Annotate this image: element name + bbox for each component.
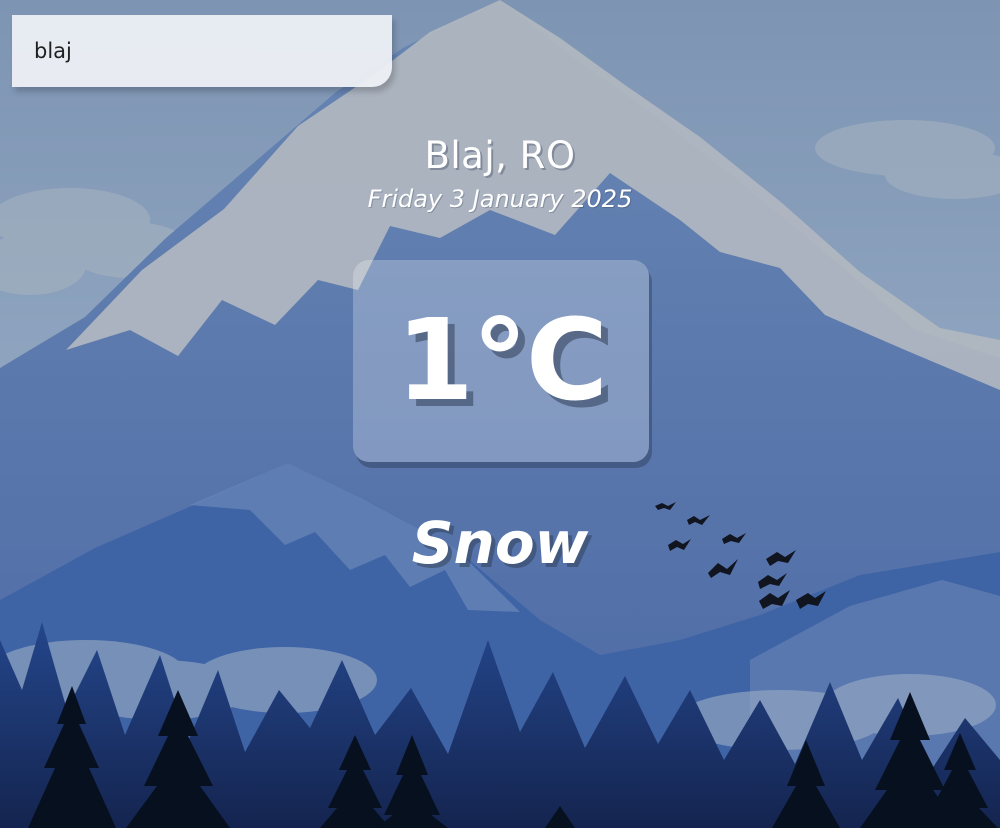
search-input[interactable] [12,15,392,87]
location-box: Blaj, RO Friday 3 January 2025 [0,132,1000,214]
location-name: Blaj, RO [424,134,576,177]
weather-condition: Snow [411,509,589,577]
temperature-card: 1°C [353,260,649,462]
temperature-value: 1°C [395,296,608,426]
current-date: Friday 3 January 2025 [367,185,633,213]
